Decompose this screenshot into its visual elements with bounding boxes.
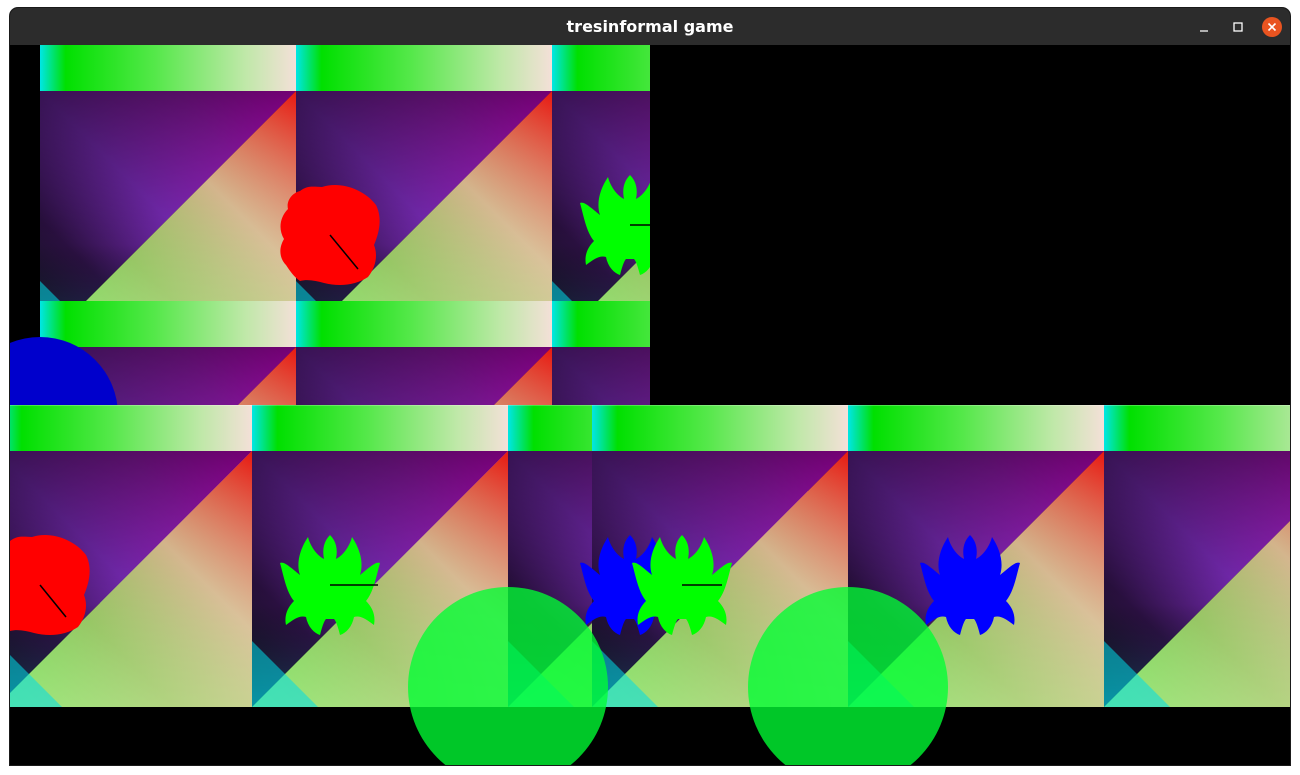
phoenix-icon [10, 535, 90, 635]
close-icon [1267, 22, 1277, 32]
title-bar[interactable]: tresinformal game [10, 8, 1290, 45]
minimize-button[interactable] [1194, 17, 1214, 37]
clip-cover [650, 175, 1290, 275]
close-button[interactable] [1262, 17, 1282, 37]
game-scene [10, 45, 1290, 765]
window-title: tresinformal game [566, 17, 734, 36]
minimize-icon [1200, 30, 1208, 32]
view-separator [10, 405, 1290, 406]
floor-tile [1104, 405, 1290, 707]
maximize-button[interactable] [1228, 17, 1248, 37]
game-window: tresinformal game [10, 8, 1290, 765]
maximize-icon [1233, 22, 1243, 32]
red-player [280, 185, 380, 285]
red-player [10, 535, 90, 635]
game-viewport[interactable] [10, 45, 1290, 765]
